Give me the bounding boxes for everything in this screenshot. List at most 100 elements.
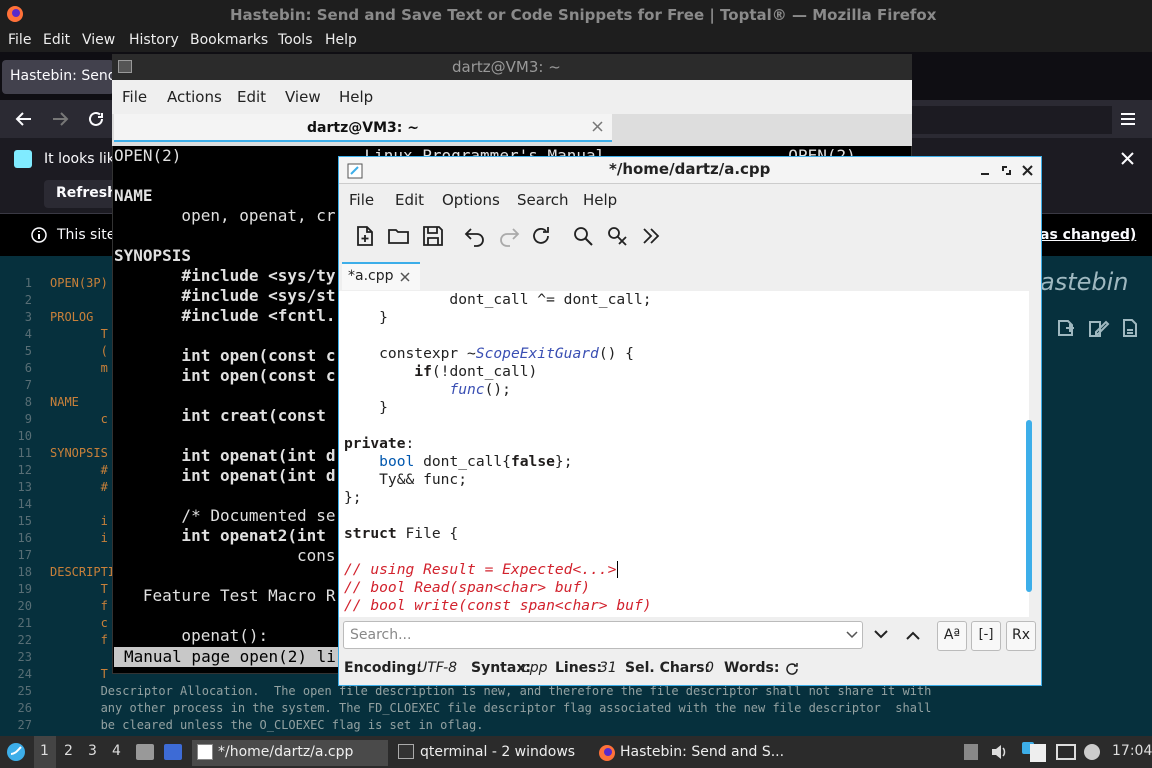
- editor-code-line: constexpr ~ScopeExitGuard() {: [339, 345, 1029, 363]
- refresh-button[interactable]: Refresh: [44, 180, 120, 208]
- more-tools-icon[interactable]: [639, 224, 663, 248]
- ff-menu-help[interactable]: Help: [325, 32, 357, 48]
- workspace-3[interactable]: 3: [88, 743, 97, 759]
- terminal-menubar: File Actions Edit View Help: [112, 80, 912, 114]
- file-manager-icon[interactable]: [136, 744, 154, 760]
- editor-code-line: struct File {: [339, 525, 1029, 543]
- refresh-count-icon[interactable]: [785, 662, 799, 676]
- task-terminal[interactable]: qterminal - 2 windows: [394, 740, 590, 766]
- ff-menu-view[interactable]: View: [82, 32, 115, 48]
- hastebin-line-number: 5: [24, 344, 32, 358]
- firefox-tab-hastebin[interactable]: Hastebin: Send: [2, 60, 114, 94]
- ff-menu-history[interactable]: History: [129, 32, 179, 48]
- hastebin-edit-icon[interactable]: [1088, 318, 1110, 338]
- hastebin-code-line: f: [50, 633, 108, 647]
- sel-chars-label: Sel. Chars:: [625, 660, 711, 676]
- notice-link[interactable]: as changed): [1040, 227, 1136, 243]
- editor-scrollbar[interactable]: [1026, 420, 1032, 592]
- ed-menu-edit[interactable]: Edit: [395, 191, 424, 209]
- hastebin-new-icon[interactable]: [1056, 318, 1076, 338]
- term-menu-edit[interactable]: Edit: [237, 88, 266, 106]
- infobar-text: It looks lik: [44, 151, 115, 167]
- code-token: };: [554, 453, 573, 470]
- network-icon[interactable]: [1056, 744, 1076, 760]
- infobar-close-icon[interactable]: [1120, 151, 1135, 166]
- find-icon[interactable]: [571, 224, 595, 248]
- notice-info-icon: [31, 227, 47, 243]
- hastebin-line-number: 9: [24, 412, 32, 426]
- ff-menu-edit[interactable]: Edit: [43, 32, 70, 48]
- code-token: constexpr ~: [344, 345, 476, 362]
- hastebin-line-number: 11: [17, 446, 32, 460]
- firefox-window-title: Hastebin: Send and Save Text or Code Sni…: [230, 6, 937, 24]
- editor-text-area[interactable]: dont_call ^= dont_call; } constexpr ~Sco…: [339, 291, 1029, 617]
- terminal-pager-status: Manual page open(2) li: [114, 647, 344, 667]
- terminal-window-title: dartz@VM3: ~: [452, 58, 561, 76]
- term-menu-actions[interactable]: Actions: [167, 88, 222, 106]
- hastebin-code-line: c: [50, 616, 108, 630]
- hastebin-code-line: f: [50, 599, 108, 613]
- redo-icon[interactable]: [497, 224, 521, 248]
- new-file-icon[interactable]: [353, 224, 377, 248]
- undo-icon[interactable]: [463, 224, 487, 248]
- hastebin-line-number: 6: [24, 361, 32, 375]
- find-previous-icon[interactable]: [905, 629, 921, 641]
- ff-menu-file[interactable]: File: [8, 32, 31, 48]
- reload-file-icon[interactable]: [529, 224, 553, 248]
- workspace-4[interactable]: 4: [112, 743, 121, 759]
- term-menu-file[interactable]: File: [122, 88, 147, 106]
- hastebin-code-line: T: [50, 667, 108, 681]
- editor-statusbar: Encoding: UTF-8 Syntax: cpp Lines: 31 Se…: [339, 658, 1041, 682]
- firefox-urlbar[interactable]: [912, 106, 1112, 134]
- tray-status-icon[interactable]: [1084, 744, 1100, 760]
- find-replace-icon[interactable]: [605, 224, 629, 248]
- open-folder-icon[interactable]: [387, 224, 411, 248]
- editor-code-line: dont_call ^= dont_call;: [339, 291, 1029, 309]
- whole-word-icon[interactable]: [-]: [971, 621, 1001, 651]
- hastebin-line-number: 4: [24, 327, 32, 341]
- search-input[interactable]: Search...: [343, 621, 863, 649]
- ed-menu-file[interactable]: File: [349, 191, 374, 209]
- reload-icon[interactable]: [88, 111, 105, 128]
- ed-menu-help[interactable]: Help: [583, 191, 617, 209]
- terminal-tab-close-icon[interactable]: [592, 121, 603, 132]
- ed-menu-search[interactable]: Search: [517, 191, 569, 209]
- save-icon[interactable]: [421, 224, 445, 248]
- find-next-icon[interactable]: [873, 629, 889, 641]
- close-icon[interactable]: [1022, 165, 1033, 176]
- firefox-icon: [7, 6, 23, 22]
- forward-icon[interactable]: [52, 111, 70, 127]
- firefox-titlebar: Hastebin: Send and Save Text or Code Sni…: [0, 0, 1152, 30]
- tray-document-icon[interactable]: [1030, 744, 1046, 762]
- editor-code-line: [339, 507, 1029, 525]
- term-menu-view[interactable]: View: [285, 88, 321, 106]
- maximize-icon[interactable]: [1001, 165, 1012, 176]
- hastebin-raw-icon[interactable]: [1122, 318, 1138, 338]
- regex-icon[interactable]: Rx: [1006, 621, 1036, 651]
- hastebin-code-line: any other process in the system. The FD_…: [50, 701, 932, 715]
- tray-clipboard-icon[interactable]: [964, 744, 978, 760]
- ff-menu-bookmarks[interactable]: Bookmarks: [190, 32, 268, 48]
- show-desktop-icon[interactable]: [164, 744, 182, 760]
- match-case-icon[interactable]: Aª: [937, 621, 967, 651]
- back-icon[interactable]: [14, 111, 32, 127]
- workspace-1[interactable]: 1: [40, 743, 49, 759]
- editor-tab[interactable]: *a.cpp: [342, 262, 420, 290]
- minimize-icon[interactable]: [980, 166, 990, 176]
- terminal-tab[interactable]: dartz@VM3: ~: [114, 114, 612, 142]
- task-editor[interactable]: */home/dartz/a.cpp: [192, 740, 388, 766]
- hastebin-code-line: SYNOPSIS: [50, 446, 108, 460]
- term-menu-help[interactable]: Help: [339, 88, 373, 106]
- ed-menu-options[interactable]: Options: [442, 191, 500, 209]
- workspace-2[interactable]: 2: [64, 743, 73, 759]
- search-history-chevron-icon[interactable]: [846, 630, 858, 640]
- editor-tab-close-icon[interactable]: [400, 272, 410, 282]
- task-terminal-icon: [398, 744, 414, 759]
- task-firefox[interactable]: Hastebin: Send and S...: [594, 740, 790, 766]
- app-menu-icon[interactable]: [1120, 112, 1136, 126]
- ff-menu-tools[interactable]: Tools: [278, 32, 313, 48]
- volume-icon[interactable]: [990, 744, 1008, 760]
- start-menu-icon[interactable]: [6, 742, 26, 762]
